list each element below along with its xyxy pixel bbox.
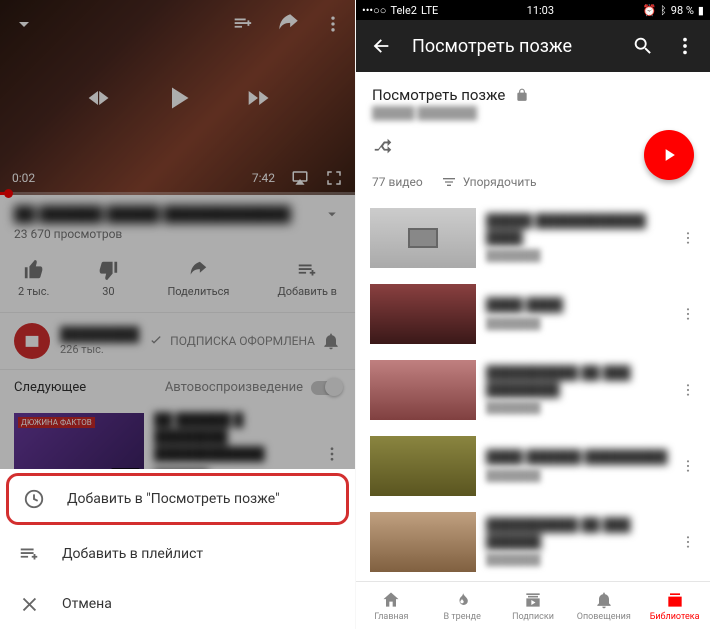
- list-item[interactable]: ██████████ ██ ███ ███████████████: [356, 352, 710, 428]
- more-vert-icon[interactable]: [680, 458, 696, 474]
- dislike-button[interactable]: 30: [97, 259, 119, 298]
- battery-pct: 98 %: [671, 4, 694, 17]
- back-icon[interactable]: [370, 35, 392, 57]
- channel-row[interactable]: ██ ████████ 226 тыс. ПОДПИСКА ОФОРМЛЕНА: [0, 312, 355, 370]
- more-vert-icon[interactable]: [680, 382, 696, 398]
- thumbnail: [370, 360, 476, 420]
- header-title: Посмотреть позже: [412, 36, 612, 57]
- more-vert-icon[interactable]: [680, 230, 696, 246]
- share-button[interactable]: Поделиться: [167, 259, 229, 298]
- thumb-down-icon: [97, 259, 119, 281]
- nav-inbox[interactable]: Оповещения: [568, 582, 639, 629]
- avatar: ██: [14, 323, 50, 359]
- search-icon[interactable]: [632, 35, 654, 57]
- watch-later-option[interactable]: Добавить в "Посмотреть позже": [6, 473, 349, 525]
- status-bar: •••○○ Tele2 LTE 11:03 ⏰ ᛒ 98 % ▮: [356, 0, 710, 20]
- list-item[interactable]: ████ ██████ ████████████████: [356, 428, 710, 504]
- playlist-add-icon: [296, 259, 318, 281]
- more-vert-icon[interactable]: [680, 534, 696, 550]
- subscriber-count: 226 тыс.: [60, 343, 139, 356]
- clock: 11:03: [527, 4, 554, 17]
- bluetooth-icon: ᛒ: [660, 4, 667, 17]
- subscribe-status: ПОДПИСКА ОФОРМЛЕНА: [170, 334, 315, 348]
- list-item[interactable]: ██████████ ██ ███ █████████████: [356, 504, 710, 580]
- nav-trending[interactable]: В тренде: [427, 582, 498, 629]
- signal-icon: •••○○: [362, 4, 386, 17]
- playlist-owner: █████ ███████: [372, 106, 694, 120]
- thumbnail: [370, 208, 476, 268]
- airplay-icon[interactable]: [291, 169, 309, 187]
- thumb-up-icon: [23, 259, 45, 281]
- playlist-title: Посмотреть позже: [372, 86, 505, 104]
- app-header: Посмотреть позже: [356, 20, 710, 72]
- thumbnail: [370, 284, 476, 344]
- fullscreen-icon[interactable]: [325, 169, 343, 187]
- next-title: ██ ██████ █ ████████ ████████████: [154, 413, 313, 464]
- video-list: █████ ████████████ ███████████ ████ ████…: [356, 200, 710, 629]
- add-playlist-option[interactable]: Добавить в плейлист: [0, 529, 355, 579]
- thumbnail: [370, 512, 476, 572]
- video-player[interactable]: 0:02 7:42: [0, 0, 355, 195]
- chevron-down-icon[interactable]: [12, 12, 36, 36]
- add-to-queue-icon[interactable]: [231, 13, 253, 35]
- carrier: Tele2: [390, 4, 417, 17]
- bottom-sheet: Добавить в "Посмотреть позже" Добавить в…: [0, 469, 355, 629]
- current-time: 0:02: [12, 171, 35, 185]
- cancel-option[interactable]: Отмена: [0, 579, 355, 629]
- nav-subscriptions[interactable]: Подписки: [498, 582, 569, 629]
- progress-bar[interactable]: [0, 192, 355, 195]
- list-item[interactable]: █████ ████████████ ███████████: [356, 200, 710, 276]
- share-arrow-icon[interactable]: [275, 11, 301, 37]
- skip-forward-icon[interactable]: [244, 84, 272, 112]
- sort-icon: [441, 174, 457, 190]
- bottom-nav: Главная В тренде Подписки Оповещения Биб…: [356, 581, 710, 629]
- video-title: ██ ██████ █████ ████████████: [14, 205, 291, 223]
- shuffle-icon[interactable]: [372, 136, 394, 158]
- more-vert-icon[interactable]: [674, 35, 696, 57]
- more-vert-icon[interactable]: [680, 306, 696, 322]
- channel-name: ████████: [60, 326, 139, 343]
- thumbnail: [370, 436, 476, 496]
- video-count: 77 видео: [372, 175, 423, 189]
- skip-back-icon[interactable]: [84, 84, 112, 112]
- duration: 7:42: [252, 171, 275, 185]
- battery-icon: ▮: [698, 4, 704, 17]
- playlist-add-icon: [18, 543, 40, 565]
- share-icon: [187, 259, 209, 281]
- check-icon: [148, 333, 164, 349]
- like-button[interactable]: 2 тыс.: [18, 259, 49, 298]
- list-item[interactable]: ████ ███████████: [356, 276, 710, 352]
- expand-icon[interactable]: [323, 205, 341, 223]
- nav-home[interactable]: Главная: [356, 582, 427, 629]
- lock-icon: [515, 88, 529, 102]
- play-icon[interactable]: [160, 80, 196, 116]
- alarm-icon: ⏰: [642, 4, 656, 17]
- clock-icon: [23, 488, 45, 510]
- bell-icon[interactable]: [321, 331, 341, 351]
- add-to-button[interactable]: Добавить в: [277, 259, 337, 298]
- autoplay-label: Автовоспроизведение: [165, 380, 303, 395]
- more-vert-icon[interactable]: [323, 14, 343, 34]
- up-next-label: Следующее: [14, 380, 86, 395]
- network: LTE: [421, 4, 438, 17]
- close-icon: [18, 593, 40, 615]
- autoplay-toggle[interactable]: [311, 381, 341, 395]
- sort-button[interactable]: Упорядочить: [441, 174, 537, 190]
- play-all-fab[interactable]: [644, 130, 694, 180]
- nav-library[interactable]: Библиотека: [639, 582, 710, 629]
- view-count: 23 670 просмотров: [14, 227, 341, 241]
